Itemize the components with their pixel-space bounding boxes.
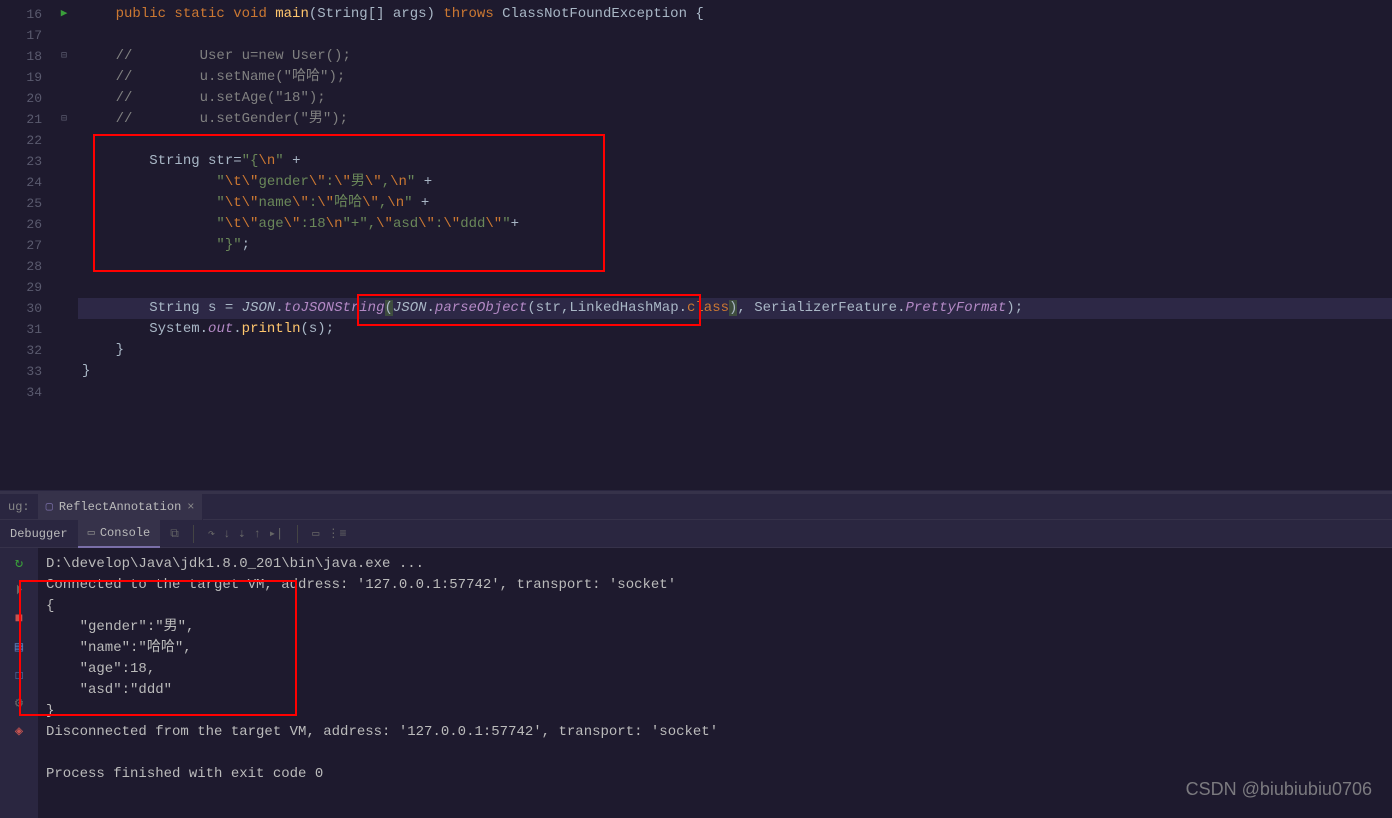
rerun-icon[interactable]: ↻ <box>10 554 28 572</box>
console-output[interactable]: D:\develop\Java\jdk1.8.0_201\bin\java.ex… <box>38 548 1392 818</box>
layout-icon[interactable]: ⧉ <box>170 527 179 541</box>
debug-label: ug: <box>0 500 38 514</box>
step-out-icon[interactable]: ↑ <box>254 527 261 541</box>
console-tab-button[interactable]: ▭ Console <box>78 520 161 548</box>
gutter-markers: ▶⊟⊟ <box>50 0 78 490</box>
debug-step-icons: ⧉ ↷ ↓ ⇣ ↑ ▸| ▭ ⋮≡ <box>160 525 346 543</box>
console-icon: ▭ <box>88 525 95 540</box>
resume-icon[interactable]: ⏵ <box>10 582 28 600</box>
camera-icon[interactable]: ☐ <box>10 666 28 684</box>
evaluate-icon[interactable]: ▭ <box>312 526 319 541</box>
more-icon[interactable]: ⋮≡ <box>327 526 346 541</box>
watermark-text: CSDN @biubiubiu0706 <box>1186 779 1372 800</box>
code-content[interactable]: public static void main(String[] args) t… <box>78 0 1392 490</box>
stop-icon[interactable]: ■ <box>10 610 28 628</box>
debug-panel: ug: ▢ ReflectAnnotation × Debugger ▭ Con… <box>0 494 1392 818</box>
force-step-into-icon[interactable]: ⇣ <box>238 526 245 541</box>
console-body: ↻ ⏵ ■ ▤ ☐ ⚙ ◈ D:\develop\Java\jdk1.8.0_2… <box>0 548 1392 818</box>
settings-icon[interactable]: ⚙ <box>10 694 28 712</box>
console-sidebar: ↻ ⏵ ■ ▤ ☐ ⚙ ◈ <box>0 548 38 818</box>
code-editor[interactable]: 16171819202122232425262728293031323334 ▶… <box>0 0 1392 490</box>
pin-icon[interactable]: ◈ <box>10 722 28 740</box>
step-into-icon[interactable]: ↓ <box>223 527 230 541</box>
debug-toolbar: Debugger ▭ Console ⧉ ↷ ↓ ⇣ ↑ ▸| ▭ ⋮≡ <box>0 520 1392 548</box>
run-to-cursor-icon[interactable]: ▸| <box>269 526 283 541</box>
step-over-icon[interactable]: ↷ <box>208 526 215 541</box>
separator <box>193 525 194 543</box>
tab-icon: ▢ <box>46 499 53 514</box>
tab-title: ReflectAnnotation <box>59 500 181 514</box>
debug-run-tab[interactable]: ▢ ReflectAnnotation × <box>38 494 204 520</box>
console-tab-label: Console <box>100 526 150 540</box>
close-icon[interactable]: × <box>187 500 194 514</box>
debugger-tab-button[interactable]: Debugger <box>0 520 78 548</box>
line-number-gutter: 16171819202122232425262728293031323334 <box>0 0 50 490</box>
debug-tabs-bar: ug: ▢ ReflectAnnotation × <box>0 494 1392 520</box>
stack-icon[interactable]: ▤ <box>10 638 28 656</box>
separator <box>297 525 298 543</box>
